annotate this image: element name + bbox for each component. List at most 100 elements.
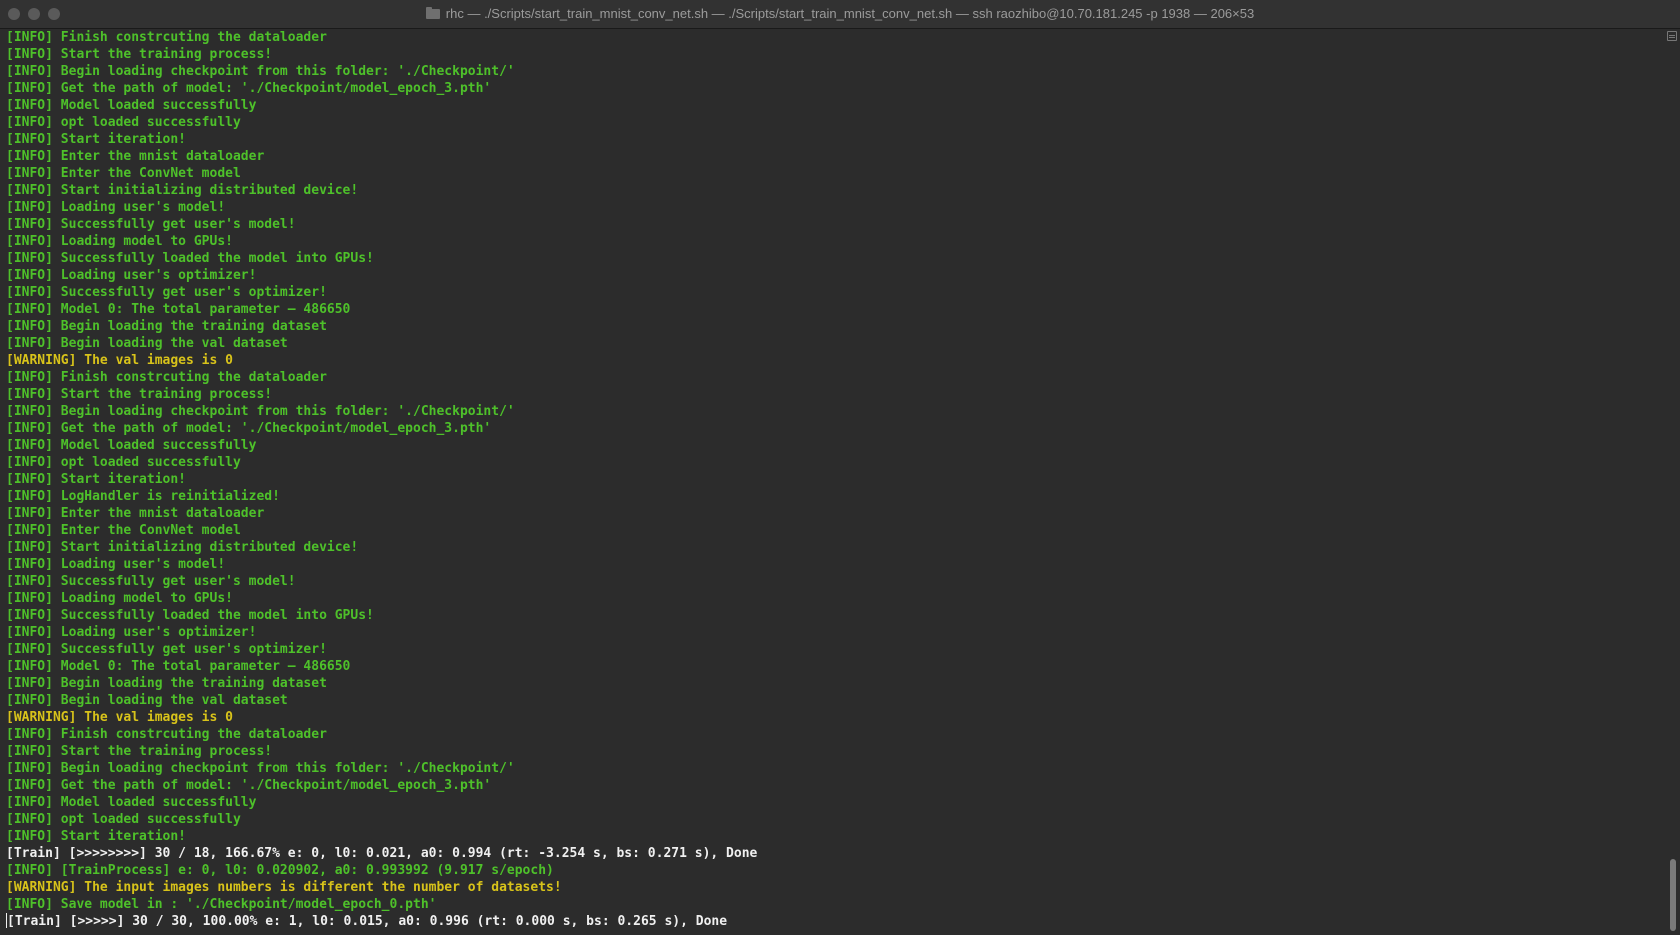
terminal-line-text: [INFO] Loading model to GPUs! [6, 234, 233, 249]
terminal-line: [INFO] Successfully get user's optimizer… [6, 641, 1664, 658]
terminal-line: [INFO] Model 0: The total parameter – 48… [6, 658, 1664, 675]
scrollbar[interactable] [1664, 29, 1680, 935]
terminal-line-text: [Train] [>>>>>>>>] 30 / 18, 166.67% e: 0… [6, 846, 758, 861]
terminal-line: [WARNING] The val images is 0 [6, 709, 1664, 726]
terminal-line: [INFO] Start the training process! [6, 743, 1664, 760]
terminal-line: [INFO] Enter the mnist dataloader [6, 148, 1664, 165]
terminal-line-text: [INFO] Finish constrcuting the dataloade… [6, 30, 327, 45]
terminal-line: [WARNING] The input images numbers is di… [6, 879, 1664, 896]
terminal-line-text: [INFO] Start the training process! [6, 744, 273, 759]
terminal-line-text: [INFO] Save model in : './Checkpoint/mod… [6, 897, 437, 912]
terminal-line-text: [INFO] Successfully get user's model! [6, 574, 296, 589]
terminal-line: [INFO] Finish constrcuting the dataloade… [6, 369, 1664, 386]
terminal-line: [INFO] Begin loading checkpoint from thi… [6, 63, 1664, 80]
terminal-line-text: [INFO] Enter the ConvNet model [6, 523, 241, 538]
terminal-line: [INFO] Start initializing distributed de… [6, 539, 1664, 556]
terminal-line-text: [INFO] Successfully loaded the model int… [6, 608, 374, 623]
terminal-line-text: [INFO] Start iteration! [6, 472, 187, 487]
terminal-line-text: [INFO] Get the path of model: './Checkpo… [6, 81, 492, 96]
terminal-line-text: [INFO] Start the training process! [6, 47, 273, 62]
terminal-line-text: [INFO] Finish constrcuting the dataloade… [6, 370, 327, 385]
terminal-line: [INFO] Begin loading the val dataset [6, 692, 1664, 709]
terminal-line: [INFO] Begin loading the training datase… [6, 675, 1664, 692]
terminal-line: [INFO] Model loaded successfully [6, 97, 1664, 114]
terminal-line: [INFO] Loading user's optimizer! [6, 267, 1664, 284]
terminal-line: [INFO] Successfully loaded the model int… [6, 250, 1664, 267]
terminal-line-text: [INFO] Get the path of model: './Checkpo… [6, 421, 492, 436]
terminal-line: [INFO] Loading model to GPUs! [6, 233, 1664, 250]
terminal-line: [INFO] opt loaded successfully [6, 114, 1664, 131]
terminal-line-text: [INFO] opt loaded successfully [6, 115, 241, 130]
terminal-output[interactable]: [INFO] Finish constrcuting the dataloade… [0, 29, 1664, 935]
terminal-line-text: [INFO] Model loaded successfully [6, 438, 257, 453]
terminal-line: [INFO] Begin loading the val dataset [6, 335, 1664, 352]
terminal-line: [INFO] Successfully get user's optimizer… [6, 284, 1664, 301]
terminal-line: [INFO] Begin loading checkpoint from thi… [6, 403, 1664, 420]
terminal-line-text: [INFO] Start initializing distributed de… [6, 183, 359, 198]
terminal-line: [INFO] LogHandler is reinitialized! [6, 488, 1664, 505]
window-title: rhc — ./Scripts/start_train_mnist_conv_n… [445, 6, 1255, 21]
terminal-line-text: [INFO] Enter the mnist dataloader [6, 149, 265, 164]
terminal-line-text: [INFO] Loading user's optimizer! [6, 268, 257, 283]
terminal-line: [INFO] Successfully get user's model! [6, 573, 1664, 590]
terminal-line-text: [INFO] Enter the ConvNet model [6, 166, 241, 181]
terminal-line-text: [INFO] Begin loading checkpoint from thi… [6, 64, 515, 79]
terminal-line-text: [INFO] Begin loading the training datase… [6, 319, 327, 334]
terminal-line: [INFO] Finish constrcuting the dataloade… [6, 29, 1664, 46]
terminal-line: [INFO] Start iteration! [6, 131, 1664, 148]
terminal-line-text: [INFO] Begin loading checkpoint from thi… [6, 404, 515, 419]
terminal-line: [INFO] opt loaded successfully [6, 811, 1664, 828]
terminal-line-text: [INFO] Start initializing distributed de… [6, 540, 359, 555]
terminal-line: [INFO] Begin loading checkpoint from thi… [6, 760, 1664, 777]
terminal-line: [INFO] Loading model to GPUs! [6, 590, 1664, 607]
terminal-line-text: [INFO] Begin loading checkpoint from thi… [6, 761, 515, 776]
terminal-line: [INFO] Finish constrcuting the dataloade… [6, 726, 1664, 743]
scrollbar-thumb[interactable] [1670, 859, 1676, 931]
terminal-window: rhc — ./Scripts/start_train_mnist_conv_n… [0, 0, 1680, 935]
terminal-line-text: [INFO] Start the training process! [6, 387, 273, 402]
terminal-line-text: [INFO] Successfully get user's optimizer… [6, 285, 327, 300]
terminal-line: [INFO] Get the path of model: './Checkpo… [6, 777, 1664, 794]
terminal-line-text: [INFO] Begin loading the training datase… [6, 676, 327, 691]
title-bar: rhc — ./Scripts/start_train_mnist_conv_n… [0, 0, 1680, 29]
window-title-wrapper: rhc — ./Scripts/start_train_mnist_conv_n… [0, 0, 1680, 28]
terminal-line: [INFO] Start the training process! [6, 386, 1664, 403]
terminal-line: [INFO] Get the path of model: './Checkpo… [6, 80, 1664, 97]
folder-icon [425, 7, 440, 19]
terminal-line: [INFO] Successfully loaded the model int… [6, 607, 1664, 624]
terminal-line-text: [INFO] opt loaded successfully [6, 455, 241, 470]
terminal-line-text: [INFO] Successfully loaded the model int… [6, 251, 374, 266]
terminal-line: [INFO] opt loaded successfully [6, 454, 1664, 471]
terminal-line: [WARNING] The val images is 0 [6, 352, 1664, 369]
terminal-line-text: [INFO] Successfully get user's optimizer… [6, 642, 327, 657]
terminal-line-text: [INFO] Model 0: The total parameter – 48… [6, 302, 351, 317]
terminal-line: [INFO] Start iteration! [6, 471, 1664, 488]
terminal-line-text: [INFO] LogHandler is reinitialized! [6, 489, 280, 504]
terminal-line: [INFO] Loading user's optimizer! [6, 624, 1664, 641]
terminal-line-text: [WARNING] The input images numbers is di… [6, 880, 562, 895]
terminal-line-text: [INFO] Model 0: The total parameter – 48… [6, 659, 351, 674]
terminal-line-text: [INFO] Loading user's model! [6, 557, 226, 572]
terminal-line-text: [INFO] Start iteration! [6, 829, 187, 844]
terminal-line: [Train] [>>>>>] 30 / 30, 100.00% e: 1, l… [6, 913, 1664, 930]
terminal-line-text: [Train] [>>>>>] 30 / 30, 100.00% e: 1, l… [7, 914, 728, 929]
terminal-line: [INFO] Loading user's model! [6, 556, 1664, 573]
split-pane-icon[interactable] [1667, 31, 1677, 41]
terminal-line-text: [INFO] Loading user's model! [6, 200, 226, 215]
terminal-line: [INFO] [TrainProcess] e: 0, l0: 0.020902… [6, 862, 1664, 879]
terminal-line: [INFO] Loading user's model! [6, 199, 1664, 216]
terminal-line-text: [INFO] Enter the mnist dataloader [6, 506, 265, 521]
terminal-line: [INFO] Successfully get user's model! [6, 216, 1664, 233]
terminal-line-text: [WARNING] The val images is 0 [6, 710, 233, 725]
terminal-line-text: [INFO] Begin loading the val dataset [6, 336, 288, 351]
terminal-line: [INFO] Model 0: The total parameter – 48… [6, 301, 1664, 318]
terminal-line-text: [INFO] Finish constrcuting the dataloade… [6, 727, 327, 742]
terminal-line: [INFO] Save model in : './Checkpoint/mod… [6, 896, 1664, 913]
terminal-line-text: [INFO] Begin loading the val dataset [6, 693, 288, 708]
terminal-line: [INFO] Start initializing distributed de… [6, 182, 1664, 199]
terminal-line: [INFO] Start iteration! [6, 828, 1664, 845]
terminal-line: [INFO] Enter the ConvNet model [6, 522, 1664, 539]
terminal-line-text: [INFO] Loading user's optimizer! [6, 625, 257, 640]
terminal-line: [INFO] Model loaded successfully [6, 437, 1664, 454]
terminal-line-text: [WARNING] The val images is 0 [6, 353, 233, 368]
